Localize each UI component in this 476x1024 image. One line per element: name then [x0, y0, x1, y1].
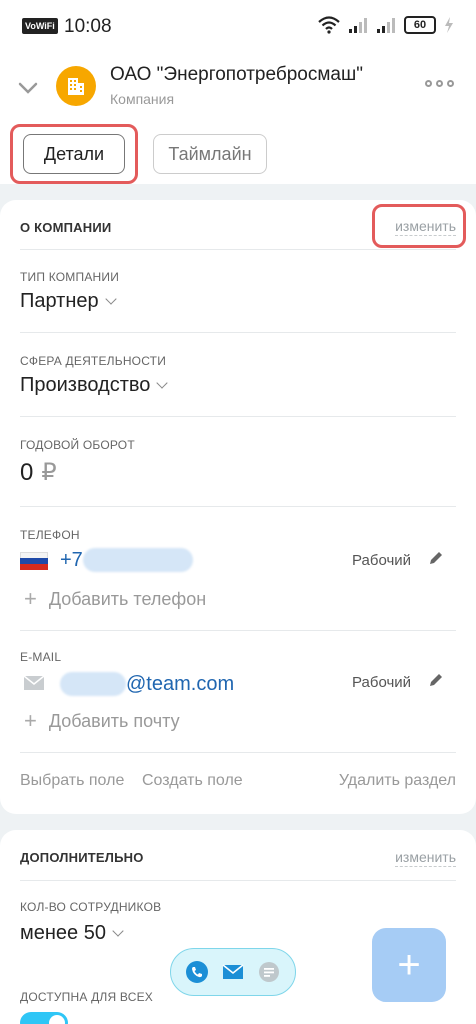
- tab-timeline[interactable]: Таймлайн: [153, 134, 267, 174]
- divider: [20, 630, 456, 631]
- battery-icon: 60: [404, 16, 436, 34]
- email-label: E-MAIL: [20, 650, 62, 664]
- plus-icon: +: [397, 942, 421, 987]
- delete-section-button[interactable]: Удалить раздел: [339, 772, 456, 790]
- create-field-button[interactable]: Создать поле: [142, 772, 243, 790]
- company-type-label: ТИП КОМПАНИИ: [20, 270, 120, 284]
- industry-value: Производство: [20, 374, 151, 396]
- status-bar: VoWiFi 10:08 60: [0, 0, 476, 56]
- industry-select[interactable]: Производство: [20, 374, 169, 397]
- add-email-button[interactable]: + Добавить почту: [24, 708, 180, 734]
- add-phone-button[interactable]: + Добавить телефон: [24, 586, 206, 612]
- mail-icon: [24, 676, 44, 690]
- signal-icon: [349, 18, 367, 33]
- entity-type: Компания: [110, 91, 175, 107]
- chevron-down-icon[interactable]: [16, 76, 40, 100]
- chevron-down-icon: [112, 924, 124, 937]
- tab-details[interactable]: Детали: [23, 134, 125, 174]
- plus-icon: +: [24, 586, 37, 611]
- russia-flag-icon: [20, 552, 48, 570]
- chevron-down-icon: [156, 376, 169, 389]
- divider: [20, 249, 456, 250]
- section-title: ДОПОЛНИТЕЛЬНО: [20, 850, 144, 865]
- charging-icon: [445, 17, 453, 33]
- redacted-text: [60, 672, 126, 696]
- available-toggle[interactable]: [20, 1012, 68, 1024]
- redacted-text: [82, 548, 193, 572]
- communication-bar: [170, 948, 296, 996]
- select-field-button[interactable]: Выбрать поле: [20, 772, 124, 790]
- signal-icon-2: [377, 18, 395, 33]
- vowifi-indicator: VoWiFi: [22, 18, 58, 34]
- revenue-value: 0: [20, 458, 34, 486]
- employees-value: менее 50: [20, 922, 106, 944]
- email-type[interactable]: Рабочий: [352, 674, 411, 691]
- add-button[interactable]: +: [372, 928, 446, 1002]
- entity-header: ОАО "Энергопотребросмаш" Компания Детали…: [0, 56, 476, 184]
- chevron-down-icon: [104, 292, 117, 305]
- section-title: О КОМПАНИИ: [20, 220, 112, 235]
- currency-symbol: ₽: [41, 459, 57, 486]
- email-value[interactable]: @team.com: [60, 672, 234, 696]
- employees-label: КОЛ-ВО СОТРУДНИКОВ: [20, 900, 162, 914]
- pencil-icon[interactable]: [428, 672, 444, 688]
- company-title: ОАО "Энергопотребросмаш": [110, 64, 363, 85]
- revenue-field[interactable]: 0 ₽: [20, 458, 57, 487]
- divider: [20, 752, 456, 753]
- divider: [20, 880, 456, 881]
- mail-icon[interactable]: [222, 961, 244, 983]
- divider: [20, 416, 456, 417]
- company-type-value: Партнер: [20, 290, 99, 312]
- about-company-section: О КОМПАНИИ изменить ТИП КОМПАНИИ Партнер…: [0, 200, 476, 814]
- pencil-icon[interactable]: [428, 550, 444, 566]
- chat-icon[interactable]: [258, 961, 280, 983]
- phone-value[interactable]: +7: [60, 548, 193, 572]
- phone-icon[interactable]: [186, 961, 208, 983]
- employees-select[interactable]: менее 50: [20, 922, 124, 945]
- building-icon: [68, 78, 84, 95]
- wifi-icon: [318, 16, 340, 34]
- available-label: ДОСТУПНА ДЛЯ ВСЕХ: [20, 990, 153, 1004]
- company-logo: [56, 66, 96, 106]
- phone-label: ТЕЛЕФОН: [20, 528, 80, 542]
- plus-icon: +: [24, 708, 37, 733]
- edit-section-button[interactable]: изменить: [395, 217, 456, 236]
- company-type-select[interactable]: Партнер: [20, 290, 117, 313]
- edit-section-button[interactable]: изменить: [395, 848, 456, 867]
- industry-label: СФЕРА ДЕЯТЕЛЬНОСТИ: [20, 354, 167, 368]
- revenue-label: ГОДОВОЙ ОБОРОТ: [20, 438, 135, 452]
- phone-type[interactable]: Рабочий: [352, 552, 411, 569]
- more-menu-icon[interactable]: [425, 80, 454, 87]
- status-time: 10:08: [64, 16, 112, 37]
- divider: [20, 332, 456, 333]
- divider: [20, 506, 456, 507]
